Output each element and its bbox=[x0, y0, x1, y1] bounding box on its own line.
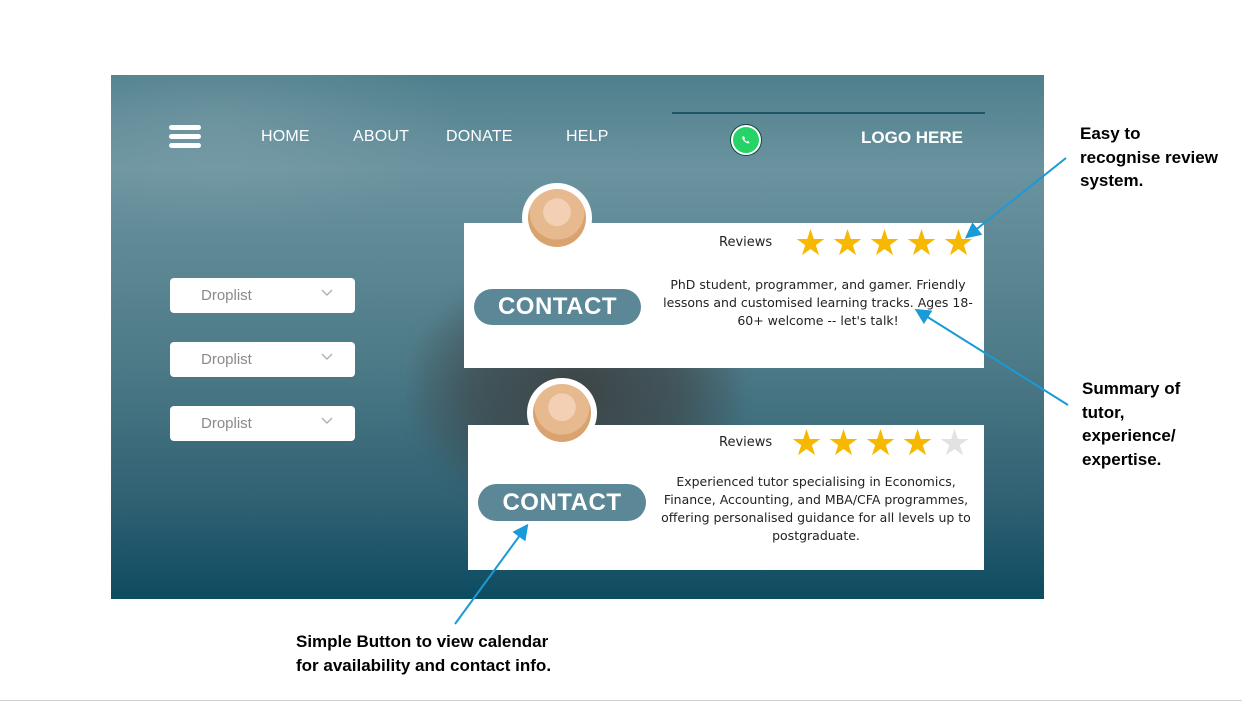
annotation-arrows bbox=[454, 157, 1069, 625]
arrow-to-contact bbox=[454, 523, 529, 625]
arrow-to-stars bbox=[964, 157, 1067, 239]
arrow-to-summary bbox=[914, 308, 1069, 406]
page-divider bbox=[0, 700, 1242, 701]
